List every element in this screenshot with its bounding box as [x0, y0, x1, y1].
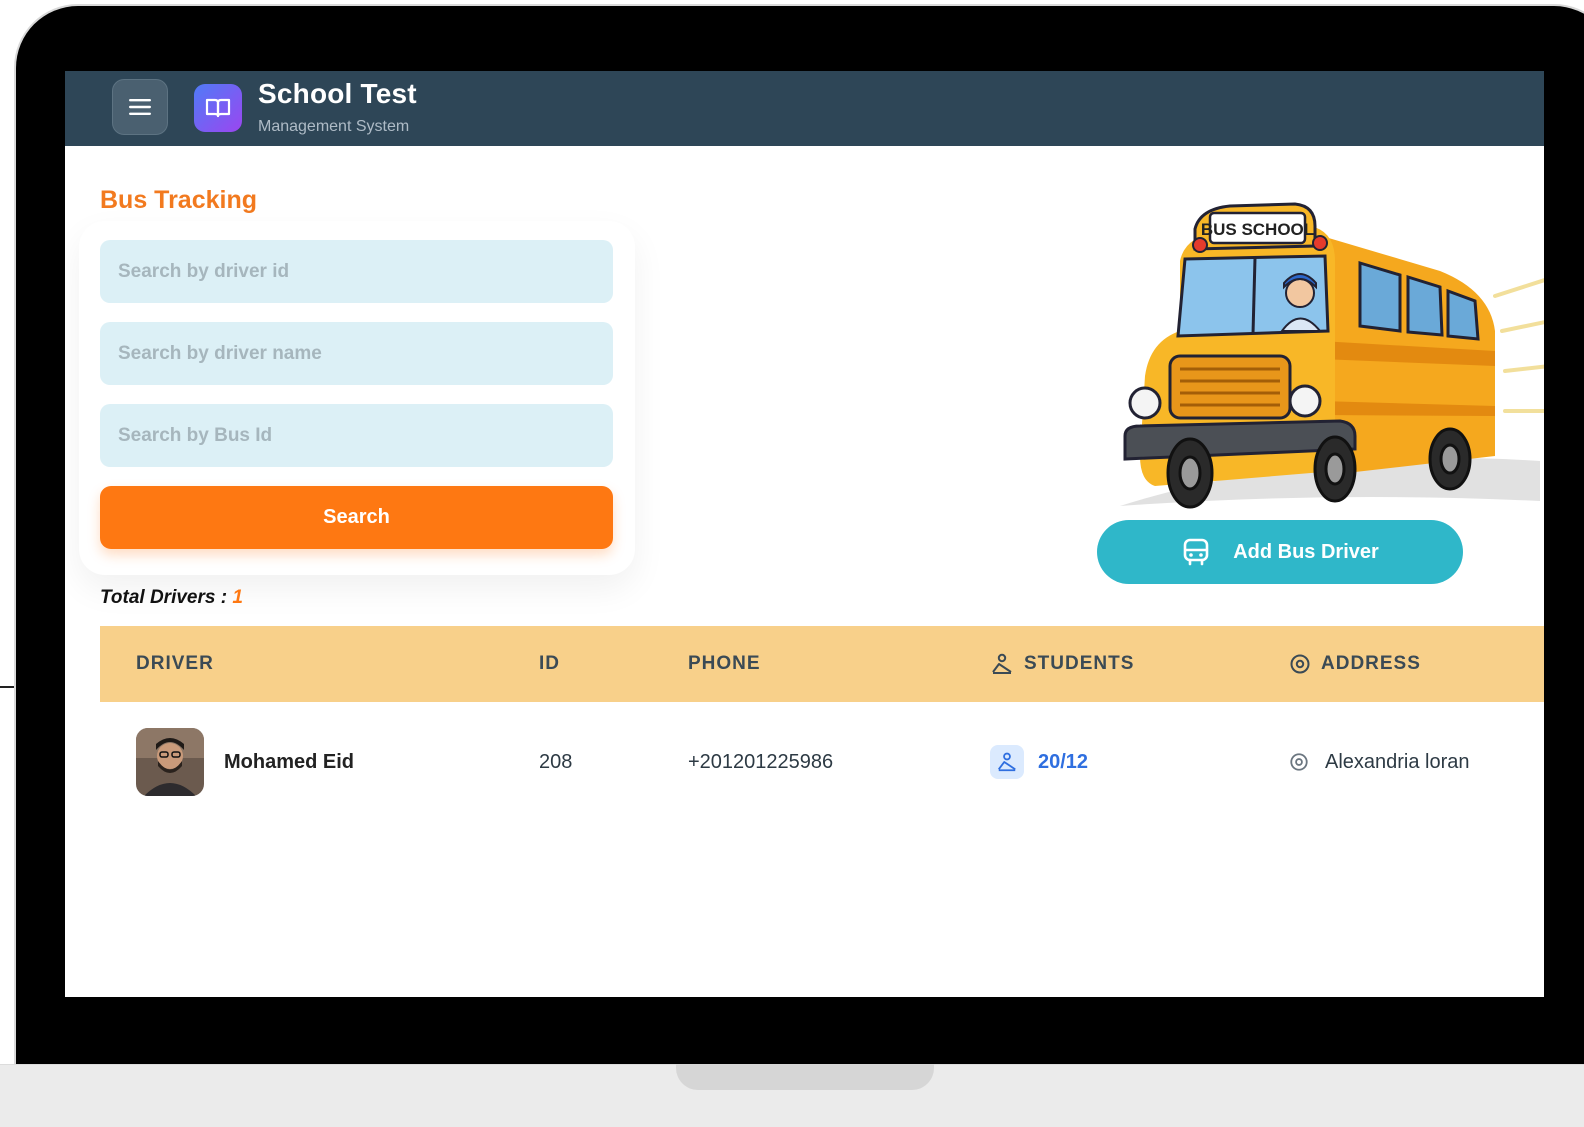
- top-navbar: School Test Management System: [65, 71, 1544, 146]
- students-icon: [992, 653, 1012, 674]
- students-icon: [998, 752, 1016, 772]
- menu-button[interactable]: [112, 79, 168, 135]
- column-address[interactable]: ADDRESS: [1289, 626, 1421, 702]
- driver-id-search-input[interactable]: [100, 240, 613, 303]
- column-students[interactable]: STUDENTS: [990, 626, 1134, 702]
- search-button[interactable]: Search: [100, 486, 613, 549]
- bus-sign-text: BUS SCHOOL: [1201, 220, 1314, 239]
- book-icon: [205, 98, 231, 118]
- app-screen: School Test Management System Bus Tracki…: [65, 71, 1544, 997]
- app-subtitle: Management System: [258, 118, 410, 135]
- driver-name-search-input[interactable]: [100, 322, 613, 385]
- total-drivers-count: 1: [232, 587, 243, 608]
- table-row[interactable]: Mohamed Eid 208 +201201225986 20/12 Alex…: [100, 716, 1544, 808]
- students-count: 20/12: [1038, 750, 1089, 773]
- avatar: [136, 728, 204, 796]
- drivers-table-header: DRIVER ID PHONE STUDENTS ADDRESS: [100, 626, 1544, 702]
- driver-name: Mohamed Eid: [224, 750, 355, 773]
- bus-id-search-input[interactable]: [100, 404, 613, 467]
- driver-cell: Mohamed Eid: [136, 716, 354, 808]
- add-bus-driver-button[interactable]: Add Bus Driver: [1097, 520, 1463, 584]
- driver-phone-cell: +201201225986: [688, 750, 834, 773]
- menu-icon: [129, 99, 151, 115]
- app-logo: [194, 84, 242, 132]
- location-pin-icon: [1290, 654, 1310, 674]
- students-badge: [990, 745, 1024, 779]
- page-title: Bus Tracking: [100, 186, 257, 214]
- bus-icon: [1183, 538, 1209, 566]
- total-drivers: Total Drivers : 1: [100, 587, 243, 609]
- column-id[interactable]: ID: [539, 626, 560, 702]
- address-cell: Alexandria loran: [1289, 716, 1470, 808]
- column-phone[interactable]: PHONE: [688, 626, 761, 702]
- school-bus-illustration: BUS SCHOOL: [1120, 202, 1544, 509]
- driver-id-cell: 208: [539, 750, 573, 773]
- laptop-notch: [676, 1064, 934, 1090]
- location-pin-icon: [1290, 753, 1308, 771]
- address-text: Alexandria loran: [1325, 750, 1470, 773]
- app-title: School Test: [258, 78, 417, 109]
- total-drivers-label: Total Drivers :: [100, 587, 228, 608]
- column-driver[interactable]: DRIVER: [136, 626, 214, 702]
- add-bus-driver-label: Add Bus Driver: [1233, 540, 1379, 563]
- students-cell[interactable]: 20/12: [990, 716, 1088, 808]
